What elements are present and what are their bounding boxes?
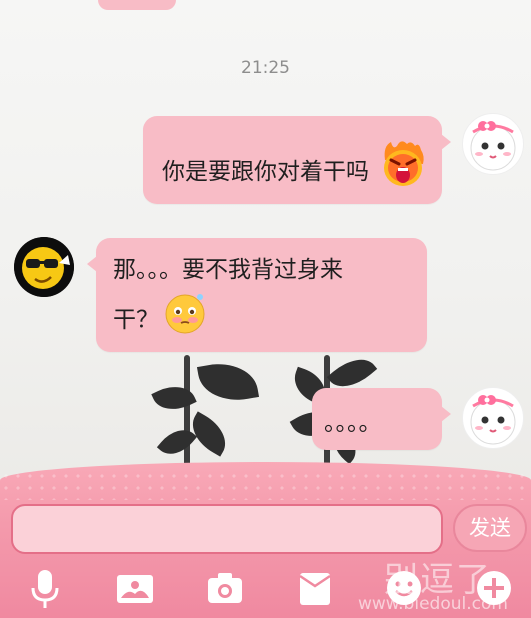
image-icon[interactable] <box>116 574 154 608</box>
girl-face-avatar-icon <box>470 121 516 171</box>
message-text-line1: 那。。。要不我背过身来 <box>113 257 343 283</box>
envelope-icon[interactable] <box>299 572 331 610</box>
my-avatar[interactable] <box>462 387 524 449</box>
contact-avatar[interactable] <box>14 237 74 297</box>
girl-face-avatar-icon <box>470 395 516 445</box>
message-input[interactable] <box>11 504 443 554</box>
outgoing-message-bubble[interactable]: 你是要跟你对着干吗 <box>143 116 451 204</box>
watermark-url: www.biedoul.com <box>358 594 508 614</box>
incoming-message-bubble[interactable]: 那。。。要不我背过身来 干？ <box>87 238 427 352</box>
message-text: 。。。。 <box>324 410 382 436</box>
previous-message-bubble[interactable] <box>98 0 176 10</box>
angry-face-icon <box>379 138 427 196</box>
outgoing-message-bubble[interactable]: 。。。。 <box>312 388 451 450</box>
message-text-line2: 干？ <box>113 307 159 333</box>
my-avatar[interactable] <box>462 113 524 175</box>
microphone-icon[interactable] <box>28 568 62 616</box>
message-text: 你是要跟你对着干吗 <box>162 159 369 185</box>
message-timestamp: 21:25 <box>241 58 290 78</box>
decorative-dots <box>0 470 531 500</box>
chat-area[interactable]: 21:25 你是要跟你对着干吗 那。。。要不我背过身来 干？ 。。。。 <box>0 0 531 480</box>
flushed-face-icon <box>164 292 206 342</box>
camera-icon[interactable] <box>207 572 243 608</box>
cool-sunglasses-face-icon <box>14 237 74 297</box>
send-button[interactable]: 发送 <box>453 504 527 552</box>
